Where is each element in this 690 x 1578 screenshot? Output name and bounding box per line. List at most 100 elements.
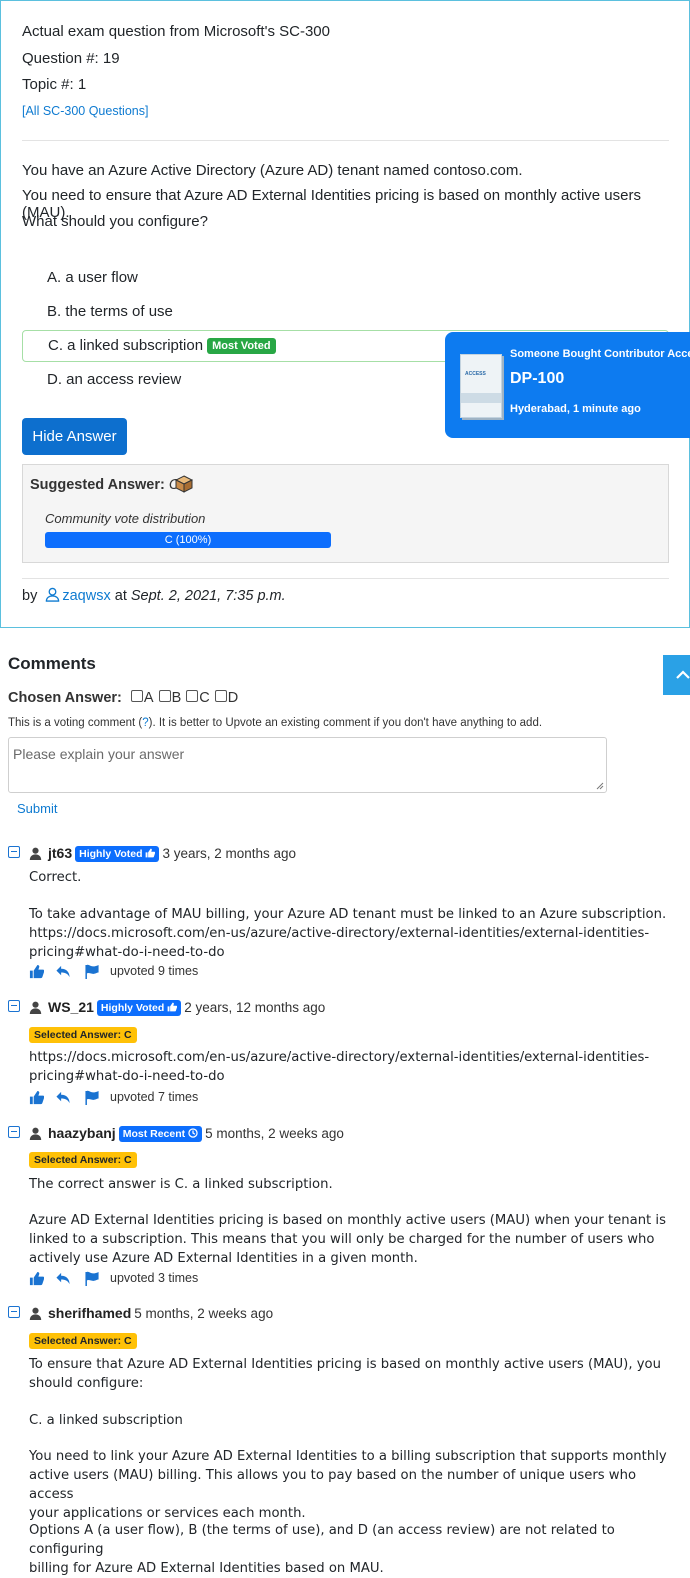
submit-button[interactable]: Submit bbox=[17, 801, 57, 816]
product-stripe bbox=[461, 393, 501, 403]
collapse-icon[interactable] bbox=[8, 1306, 20, 1318]
checkbox-icon bbox=[158, 690, 171, 702]
suggested-answer: Suggested Answer: C bbox=[30, 477, 179, 493]
clock-icon bbox=[188, 1128, 198, 1138]
user-icon bbox=[29, 1307, 42, 1320]
upvote-count: upvoted 7 times bbox=[110, 1090, 199, 1104]
option-c-checkbox[interactable]: C bbox=[186, 690, 210, 706]
voting-note: This is a voting comment (?). It is bett… bbox=[8, 717, 542, 729]
checkbox-icon bbox=[130, 690, 143, 702]
upvote-count: upvoted 9 times bbox=[110, 964, 199, 978]
topic-number: Topic #: 1 bbox=[22, 76, 87, 93]
badge-label: Most Recent bbox=[122, 1128, 186, 1140]
badge-label: Highly Voted bbox=[100, 1002, 165, 1014]
comment-paragraph: C. a linked subscription bbox=[29, 1413, 183, 1428]
reply-icon[interactable] bbox=[55, 1271, 71, 1286]
chosen-answer-label: Chosen Answer: bbox=[8, 690, 122, 706]
option-b-checkbox[interactable]: B bbox=[158, 690, 181, 706]
comment-username[interactable]: WS_21 bbox=[48, 999, 94, 1015]
reply-icon[interactable] bbox=[55, 964, 71, 979]
upvote-count: upvoted 3 times bbox=[110, 1271, 199, 1285]
purchase-notification[interactable]: ACCESS Someone Bought Contributor Access… bbox=[445, 332, 690, 438]
upvote-icon[interactable] bbox=[29, 1271, 44, 1286]
comment-paragraph: Azure AD External Identities pricing is … bbox=[29, 1213, 666, 1266]
box-icon bbox=[175, 475, 193, 493]
flag-icon[interactable] bbox=[84, 1090, 100, 1105]
vote-distribution-bar: C (100%) bbox=[45, 532, 331, 548]
comment-textarea[interactable]: Please explain your answer bbox=[8, 737, 607, 793]
hide-answer-button[interactable]: Hide Answer bbox=[22, 418, 127, 455]
comment-paragraph: To ensure that Azure AD External Identit… bbox=[29, 1357, 661, 1391]
flag-icon[interactable] bbox=[84, 1271, 100, 1286]
comment-time: 5 months, 2 weeks ago bbox=[205, 1126, 344, 1141]
comment-username[interactable]: jt63 bbox=[48, 845, 72, 861]
collapse-icon[interactable] bbox=[8, 846, 20, 858]
at-label: at bbox=[114, 588, 127, 604]
badge-label: Highly Voted bbox=[79, 848, 143, 860]
suggested-label: Suggested Answer: bbox=[30, 477, 165, 493]
thumbs-up-icon bbox=[167, 1002, 178, 1012]
product-lettering: ACCESS bbox=[465, 371, 486, 377]
vote-distribution-label: Community vote distribution bbox=[45, 511, 206, 526]
option-label: C bbox=[199, 690, 210, 706]
all-questions-link[interactable]: [All SC-300 Questions] bbox=[22, 104, 148, 118]
product-box-image: ACCESS bbox=[460, 354, 502, 418]
question-number: Question #: 19 bbox=[22, 50, 120, 67]
user-outline-icon bbox=[46, 587, 60, 602]
resize-grip-icon[interactable] bbox=[596, 782, 604, 790]
option-d-checkbox[interactable]: D bbox=[214, 690, 239, 706]
by-label: by bbox=[22, 588, 38, 604]
comment-paragraph: https://docs.microsoft.com/en-us/azure/a… bbox=[29, 1050, 650, 1084]
collapse-icon[interactable] bbox=[8, 1126, 20, 1138]
notification-location: Hyderabad, 1 minute ago bbox=[510, 403, 641, 415]
choice-a[interactable]: A. a user flow bbox=[22, 262, 669, 294]
comments-heading: Comments bbox=[8, 654, 96, 673]
reply-icon[interactable] bbox=[55, 1090, 71, 1105]
question-line: What should you configure? bbox=[22, 213, 208, 230]
comment-paragraph: Correct. bbox=[29, 870, 82, 885]
upvote-icon[interactable] bbox=[29, 1090, 44, 1105]
notification-product: DP-100 bbox=[510, 370, 565, 387]
user-icon bbox=[29, 847, 42, 860]
user-icon bbox=[29, 1001, 42, 1014]
choice-label: B. the terms of use bbox=[47, 303, 173, 320]
comment-paragraph: The correct answer is C. a linked subscr… bbox=[29, 1177, 333, 1192]
comment-username[interactable]: sherifhamed bbox=[48, 1305, 131, 1321]
most-voted-badge: Most Voted bbox=[207, 338, 276, 354]
flag-icon[interactable] bbox=[84, 964, 100, 979]
comment-paragraph: Options A (a user flow), B (the terms of… bbox=[29, 1523, 615, 1576]
notification-title: Someone Bought Contributor Access for bbox=[510, 348, 690, 360]
collapse-icon[interactable] bbox=[8, 1000, 20, 1012]
highly-voted-badge: Highly Voted bbox=[96, 1000, 182, 1016]
byline: by zaqwsx at Sept. 2, 2021, 7:35 p.m. bbox=[22, 587, 286, 604]
comment-username[interactable]: haazybanj bbox=[48, 1125, 116, 1141]
comment-time: 2 years, 12 months ago bbox=[184, 1000, 326, 1015]
choice-label: D. an access review bbox=[47, 371, 182, 388]
option-label: D bbox=[227, 690, 239, 706]
chosen-answer-row: Chosen Answer: A B C D bbox=[8, 690, 238, 706]
comment-header: sherifhamed 5 months, 2 weeks ago bbox=[8, 1305, 273, 1321]
chevron-up-icon bbox=[676, 670, 690, 679]
selected-answer-badge: Selected Answer: C bbox=[29, 1027, 137, 1043]
comment-header: jt63 Highly Voted 3 years, 2 months ago bbox=[8, 845, 296, 862]
option-a-checkbox[interactable]: A bbox=[130, 690, 154, 706]
comment-header: haazybanj Most Recent 5 months, 2 weeks a… bbox=[8, 1125, 344, 1142]
most-recent-badge: Most Recent bbox=[118, 1126, 203, 1142]
choice-b[interactable]: B. the terms of use bbox=[22, 296, 669, 328]
divider bbox=[22, 578, 669, 579]
comment-time: 5 months, 2 weeks ago bbox=[134, 1306, 274, 1321]
note-text: This is a voting comment ( bbox=[8, 717, 143, 729]
post-date: Sept. 2, 2021, 7:35 p.m. bbox=[130, 588, 286, 604]
comment-paragraph: To take advantage of MAU billing, your A… bbox=[29, 907, 667, 960]
user-icon bbox=[29, 1127, 42, 1140]
upvote-icon[interactable] bbox=[29, 964, 44, 979]
checkbox-icon bbox=[214, 690, 227, 702]
author-link[interactable]: zaqwsx bbox=[62, 588, 110, 604]
choice-c-content: C. a linked subscription Most Voted bbox=[48, 337, 276, 354]
divider bbox=[22, 140, 669, 141]
question-line: You have an Azure Active Directory (Azur… bbox=[22, 162, 523, 179]
thumbs-up-icon bbox=[146, 848, 156, 858]
comment-header: WS_21 Highly Voted 2 years, 12 months ago bbox=[8, 999, 325, 1016]
scroll-to-top-button[interactable] bbox=[663, 655, 690, 695]
option-label: A bbox=[143, 690, 154, 706]
